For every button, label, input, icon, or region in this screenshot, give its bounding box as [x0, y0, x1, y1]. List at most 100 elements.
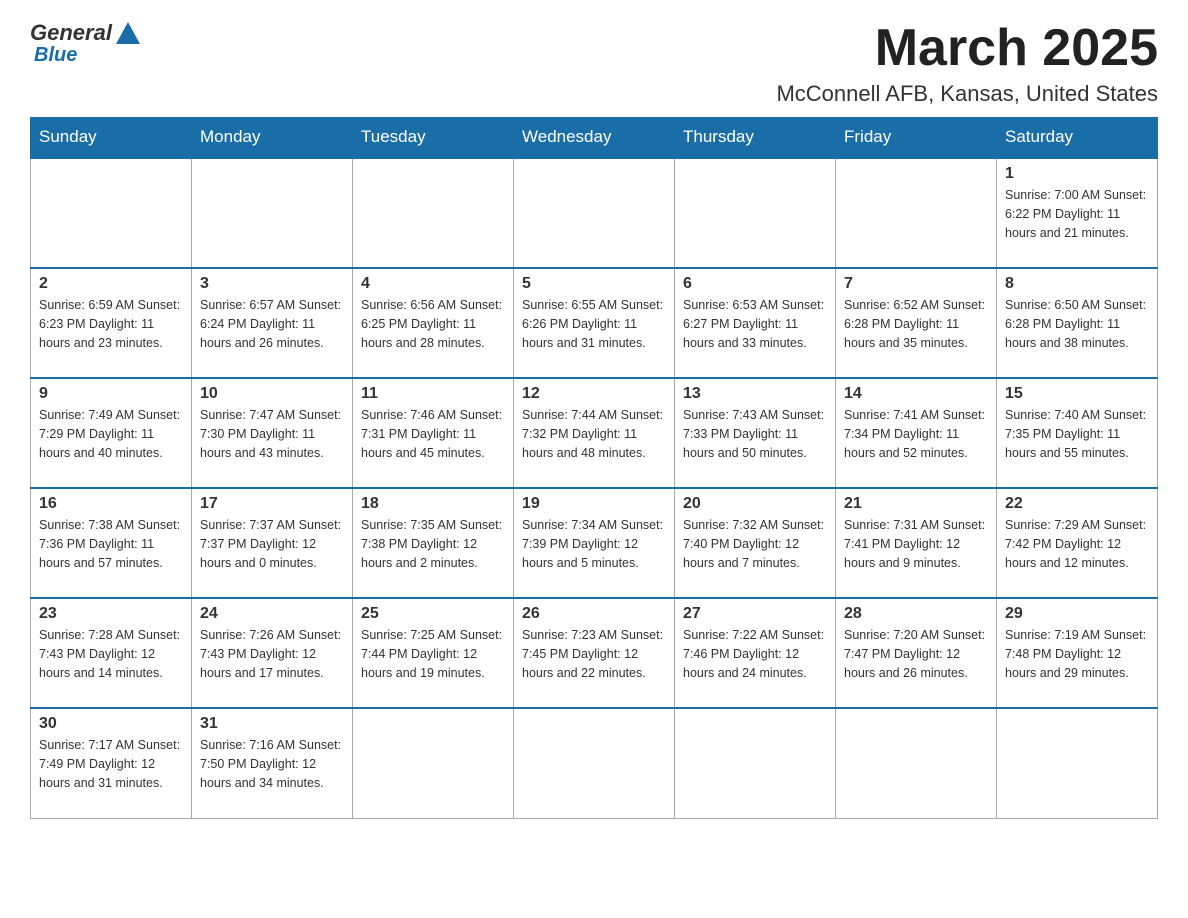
day-info-text: Sunrise: 6:56 AM Sunset: 6:25 PM Dayligh…	[361, 296, 505, 352]
calendar-cell: 29 Sunrise: 7:19 AM Sunset: 7:48 PM Dayli…	[997, 598, 1158, 708]
calendar-cell: 30 Sunrise: 7:17 AM Sunset: 7:49 PM Dayli…	[31, 708, 192, 818]
day-of-week-header: Tuesday	[353, 117, 514, 158]
day-number: 4	[361, 275, 505, 293]
calendar-cell	[353, 708, 514, 818]
day-info-text: Sunrise: 7:00 AM Sunset: 6:22 PM Dayligh…	[1005, 186, 1149, 242]
day-number: 27	[683, 605, 827, 623]
day-info-text: Sunrise: 6:55 AM Sunset: 6:26 PM Dayligh…	[522, 296, 666, 352]
calendar-cell	[514, 708, 675, 818]
day-number: 6	[683, 275, 827, 293]
day-info-text: Sunrise: 7:20 AM Sunset: 7:47 PM Dayligh…	[844, 626, 988, 682]
day-info-text: Sunrise: 7:44 AM Sunset: 7:32 PM Dayligh…	[522, 406, 666, 462]
logo-general-text: General	[30, 20, 112, 46]
calendar-cell	[192, 158, 353, 268]
day-info-text: Sunrise: 7:38 AM Sunset: 7:36 PM Dayligh…	[39, 516, 183, 572]
day-number: 15	[1005, 385, 1149, 403]
day-info-text: Sunrise: 6:52 AM Sunset: 6:28 PM Dayligh…	[844, 296, 988, 352]
calendar-cell: 17Sunrise: 7:37 AM Sunset: 7:37 PM Dayli…	[192, 488, 353, 598]
day-number: 5	[522, 275, 666, 293]
location-subtitle: McConnell AFB, Kansas, United States	[776, 81, 1158, 107]
calendar-cell	[675, 708, 836, 818]
calendar-week-row: 2 Sunrise: 6:59 AM Sunset: 6:23 PM Daylig…	[31, 268, 1158, 378]
day-info-text: Sunrise: 7:23 AM Sunset: 7:45 PM Dayligh…	[522, 626, 666, 682]
calendar-cell: 20 Sunrise: 7:32 AM Sunset: 7:40 PM Dayli…	[675, 488, 836, 598]
calendar-cell: 10 Sunrise: 7:47 AM Sunset: 7:30 PM Dayli…	[192, 378, 353, 488]
calendar-cell: 12 Sunrise: 7:44 AM Sunset: 7:32 PM Dayli…	[514, 378, 675, 488]
logo: General Blue	[30, 20, 140, 67]
page-header: General Blue March 2025 McConnell AFB, K…	[30, 20, 1158, 107]
calendar-week-row: 23 Sunrise: 7:28 AM Sunset: 7:43 PM Dayli…	[31, 598, 1158, 708]
day-info-text: Sunrise: 7:47 AM Sunset: 7:30 PM Dayligh…	[200, 406, 344, 462]
day-number: 13	[683, 385, 827, 403]
day-info-text: Sunrise: 7:17 AM Sunset: 7:49 PM Dayligh…	[39, 736, 183, 792]
day-info-text: Sunrise: 7:41 AM Sunset: 7:34 PM Dayligh…	[844, 406, 988, 462]
calendar-cell: 22 Sunrise: 7:29 AM Sunset: 7:42 PM Dayli…	[997, 488, 1158, 598]
day-number: 29	[1005, 605, 1149, 623]
day-info-text: Sunrise: 7:40 AM Sunset: 7:35 PM Dayligh…	[1005, 406, 1149, 462]
day-info-text: Sunrise: 7:25 AM Sunset: 7:44 PM Dayligh…	[361, 626, 505, 682]
day-number: 28	[844, 605, 988, 623]
day-number: 21	[844, 495, 988, 513]
day-number: 2	[39, 275, 183, 293]
logo-triangle-icon	[116, 22, 140, 44]
day-number: 24	[200, 605, 344, 623]
day-info-text: Sunrise: 7:43 AM Sunset: 7:33 PM Dayligh…	[683, 406, 827, 462]
calendar-week-row: 30 Sunrise: 7:17 AM Sunset: 7:49 PM Dayli…	[31, 708, 1158, 818]
day-info-text: Sunrise: 7:34 AM Sunset: 7:39 PM Dayligh…	[522, 516, 666, 572]
calendar-table: SundayMondayTuesdayWednesdayThursdayFrid…	[30, 117, 1158, 819]
day-info-text: Sunrise: 6:50 AM Sunset: 6:28 PM Dayligh…	[1005, 296, 1149, 352]
day-number: 30	[39, 715, 183, 733]
calendar-cell: 7 Sunrise: 6:52 AM Sunset: 6:28 PM Daylig…	[836, 268, 997, 378]
day-number: 19	[522, 495, 666, 513]
day-of-week-header: Wednesday	[514, 117, 675, 158]
day-info-text: Sunrise: 7:32 AM Sunset: 7:40 PM Dayligh…	[683, 516, 827, 572]
calendar-cell: 23 Sunrise: 7:28 AM Sunset: 7:43 PM Dayli…	[31, 598, 192, 708]
calendar-cell	[997, 708, 1158, 818]
day-number: 7	[844, 275, 988, 293]
day-info-text: Sunrise: 7:46 AM Sunset: 7:31 PM Dayligh…	[361, 406, 505, 462]
calendar-cell: 9Sunrise: 7:49 AM Sunset: 7:29 PM Daylig…	[31, 378, 192, 488]
day-number: 31	[200, 715, 344, 733]
day-of-week-header: Saturday	[997, 117, 1158, 158]
day-info-text: Sunrise: 7:26 AM Sunset: 7:43 PM Dayligh…	[200, 626, 344, 682]
day-info-text: Sunrise: 7:22 AM Sunset: 7:46 PM Dayligh…	[683, 626, 827, 682]
day-info-text: Sunrise: 7:37 AM Sunset: 7:37 PM Dayligh…	[200, 516, 344, 572]
calendar-cell: 24 Sunrise: 7:26 AM Sunset: 7:43 PM Dayli…	[192, 598, 353, 708]
calendar-cell	[353, 158, 514, 268]
calendar-cell	[836, 158, 997, 268]
day-info-text: Sunrise: 7:16 AM Sunset: 7:50 PM Dayligh…	[200, 736, 344, 792]
calendar-cell: 11 Sunrise: 7:46 AM Sunset: 7:31 PM Dayli…	[353, 378, 514, 488]
day-number: 11	[361, 385, 505, 403]
day-info-text: Sunrise: 7:31 AM Sunset: 7:41 PM Dayligh…	[844, 516, 988, 572]
day-number: 22	[1005, 495, 1149, 513]
logo-blue-text: Blue	[34, 44, 77, 67]
day-info-text: Sunrise: 6:59 AM Sunset: 6:23 PM Dayligh…	[39, 296, 183, 352]
day-number: 10	[200, 385, 344, 403]
day-number: 12	[522, 385, 666, 403]
calendar-cell: 21 Sunrise: 7:31 AM Sunset: 7:41 PM Dayli…	[836, 488, 997, 598]
day-of-week-header: Monday	[192, 117, 353, 158]
calendar-header-row: SundayMondayTuesdayWednesdayThursdayFrid…	[31, 117, 1158, 158]
day-number: 26	[522, 605, 666, 623]
day-number: 23	[39, 605, 183, 623]
day-number: 20	[683, 495, 827, 513]
calendar-cell: 3Sunrise: 6:57 AM Sunset: 6:24 PM Daylig…	[192, 268, 353, 378]
calendar-cell: 15 Sunrise: 7:40 AM Sunset: 7:35 PM Dayli…	[997, 378, 1158, 488]
title-area: March 2025 McConnell AFB, Kansas, United…	[776, 20, 1158, 107]
day-number: 9	[39, 385, 183, 403]
calendar-cell: 18Sunrise: 7:35 AM Sunset: 7:38 PM Dayli…	[353, 488, 514, 598]
calendar-cell	[836, 708, 997, 818]
day-info-text: Sunrise: 7:28 AM Sunset: 7:43 PM Dayligh…	[39, 626, 183, 682]
day-of-week-header: Sunday	[31, 117, 192, 158]
day-number: 16	[39, 495, 183, 513]
calendar-cell	[514, 158, 675, 268]
calendar-cell: 19 Sunrise: 7:34 AM Sunset: 7:39 PM Dayli…	[514, 488, 675, 598]
day-info-text: Sunrise: 6:53 AM Sunset: 6:27 PM Dayligh…	[683, 296, 827, 352]
calendar-cell: 2 Sunrise: 6:59 AM Sunset: 6:23 PM Daylig…	[31, 268, 192, 378]
calendar-cell: 25 Sunrise: 7:25 AM Sunset: 7:44 PM Dayli…	[353, 598, 514, 708]
calendar-cell: 8Sunrise: 6:50 AM Sunset: 6:28 PM Daylig…	[997, 268, 1158, 378]
day-of-week-header: Thursday	[675, 117, 836, 158]
day-info-text: Sunrise: 7:19 AM Sunset: 7:48 PM Dayligh…	[1005, 626, 1149, 682]
day-info-text: Sunrise: 7:29 AM Sunset: 7:42 PM Dayligh…	[1005, 516, 1149, 572]
day-number: 25	[361, 605, 505, 623]
